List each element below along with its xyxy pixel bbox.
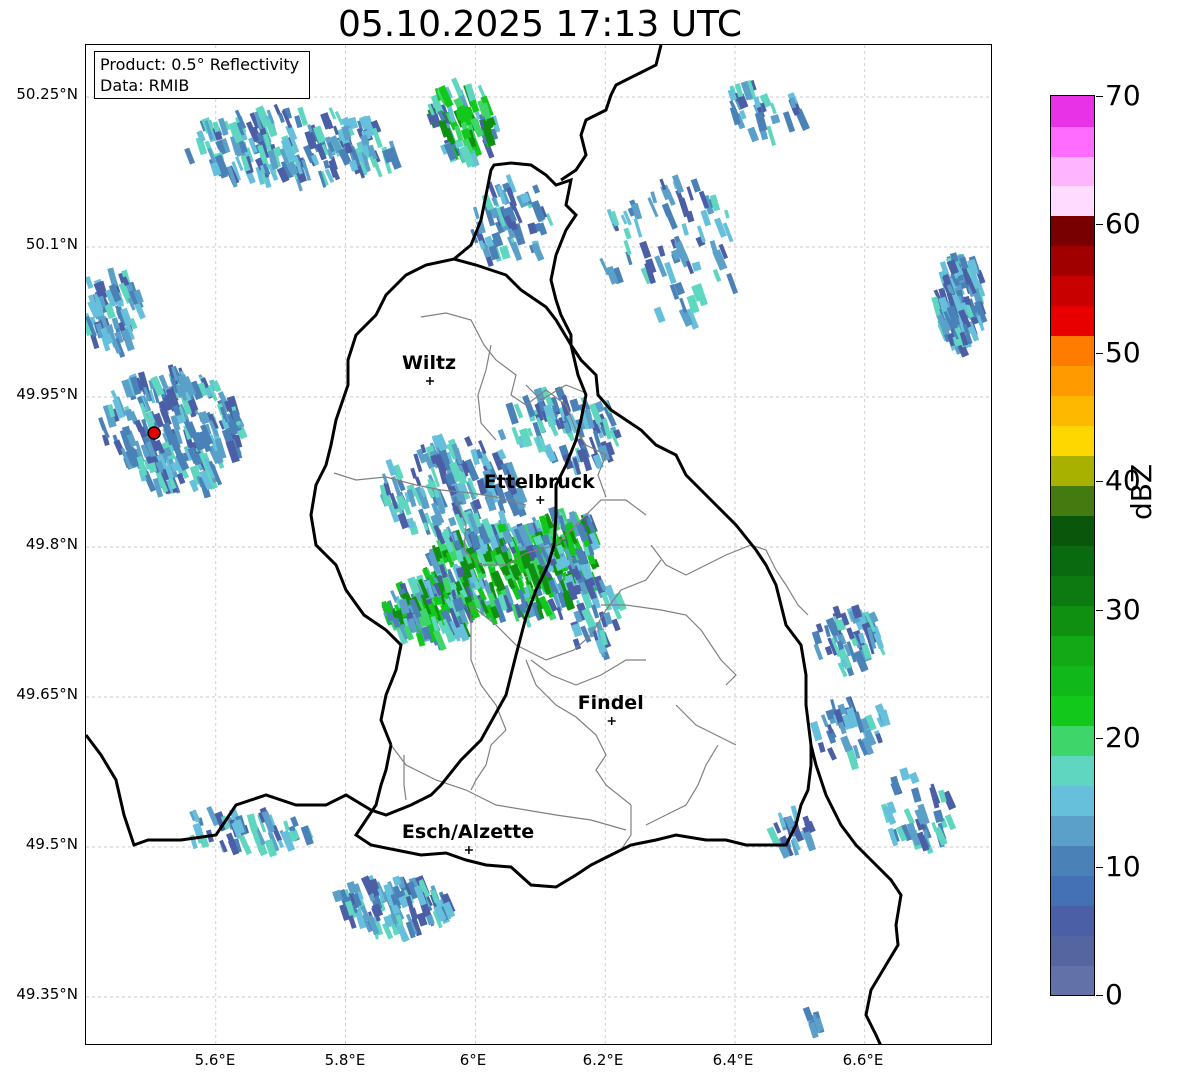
colorbar-segment [1051,545,1094,577]
lon-tick-label: 5.8°E [324,1051,366,1069]
map-title: 05.10.2025 17:13 UTC [337,4,743,45]
colorbar-segment [1051,305,1094,337]
colorbar-title: dBZ [1125,463,1158,520]
colorbar-segment [1051,755,1094,786]
radar-site-marker [147,426,161,440]
lat-tick-label: 49.65°N [16,685,78,703]
colorbar-segment [1051,695,1094,726]
lat-tick-label: 50.25°N [16,85,78,103]
city-label: Ettelbruck [483,471,595,493]
colorbar-segment [1051,365,1094,397]
lat-tick-label: 49.35°N [16,985,78,1003]
country-border-north-east [560,45,663,182]
colorbar-segment [1051,575,1094,607]
colorbar-tick-label: 30 [1105,593,1141,626]
country-border-lux-be [86,257,588,847]
colorbar-tick-label: 50 [1105,336,1141,369]
colorbar-segment [1051,815,1094,846]
radar-echoes [86,77,988,1039]
colorbar-segment [1051,785,1094,816]
colorbar-segment [1051,635,1094,666]
colorbar-tick-label: 10 [1105,850,1141,883]
city-label: Findel [577,692,644,714]
colorbar-segment [1051,96,1094,127]
city-label: Wiltz [401,352,457,374]
lon-tick-label: 6.4°E [712,1051,754,1069]
colorbar-segment [1051,965,1094,995]
product-info-box: Product: 0.5° Reflectivity Data: RMIB [94,51,310,99]
lat-tick-label: 49.5°N [25,835,78,853]
lat-tick-label: 50.1°N [25,235,78,253]
colorbar-segment [1051,935,1094,966]
colorbar-segment [1051,515,1094,547]
colorbar-segment [1051,875,1094,906]
colorbar-segment [1051,425,1094,457]
colorbar-segment [1051,905,1094,936]
dbz-colorbar [1050,95,1095,996]
radar-map-canvas [86,45,991,1044]
lat-tick-label: 49.8°N [25,535,78,553]
colorbar-tick-label: 20 [1105,721,1141,754]
colorbar-segment [1051,455,1094,487]
colorbar-segment [1051,845,1094,876]
colorbar-tick-label: 60 [1105,207,1141,240]
lon-tick-label: 6.6°E [842,1051,884,1069]
colorbar-segment [1051,155,1094,187]
country-border-east [809,744,903,1044]
data-source-label: Data: RMIB [100,76,190,95]
colorbar-segment [1051,275,1094,307]
colorbar-segment [1051,125,1094,157]
colorbar-segment [1051,245,1094,277]
lon-tick-label: 6.2°E [582,1051,624,1069]
city-label: Esch/Alzette [401,821,535,843]
colorbar-segment [1051,395,1094,427]
colorbar-segment [1051,605,1094,636]
lon-tick-label: 6°E [459,1051,487,1069]
colorbar-tick-label: 0 [1105,978,1123,1011]
colorbar-segment [1051,485,1094,517]
colorbar-segment [1051,215,1094,247]
colorbar-tick-label: 70 [1105,79,1141,112]
colorbar-segment [1051,185,1094,217]
colorbar-segment [1051,665,1094,696]
radar-map [85,44,992,1045]
lat-tick-label: 49.95°N [16,385,78,403]
colorbar-segment [1051,725,1094,756]
product-label: Product: 0.5° Reflectivity [100,55,300,74]
lon-tick-label: 5.6°E [194,1051,236,1069]
colorbar-segment [1051,335,1094,367]
